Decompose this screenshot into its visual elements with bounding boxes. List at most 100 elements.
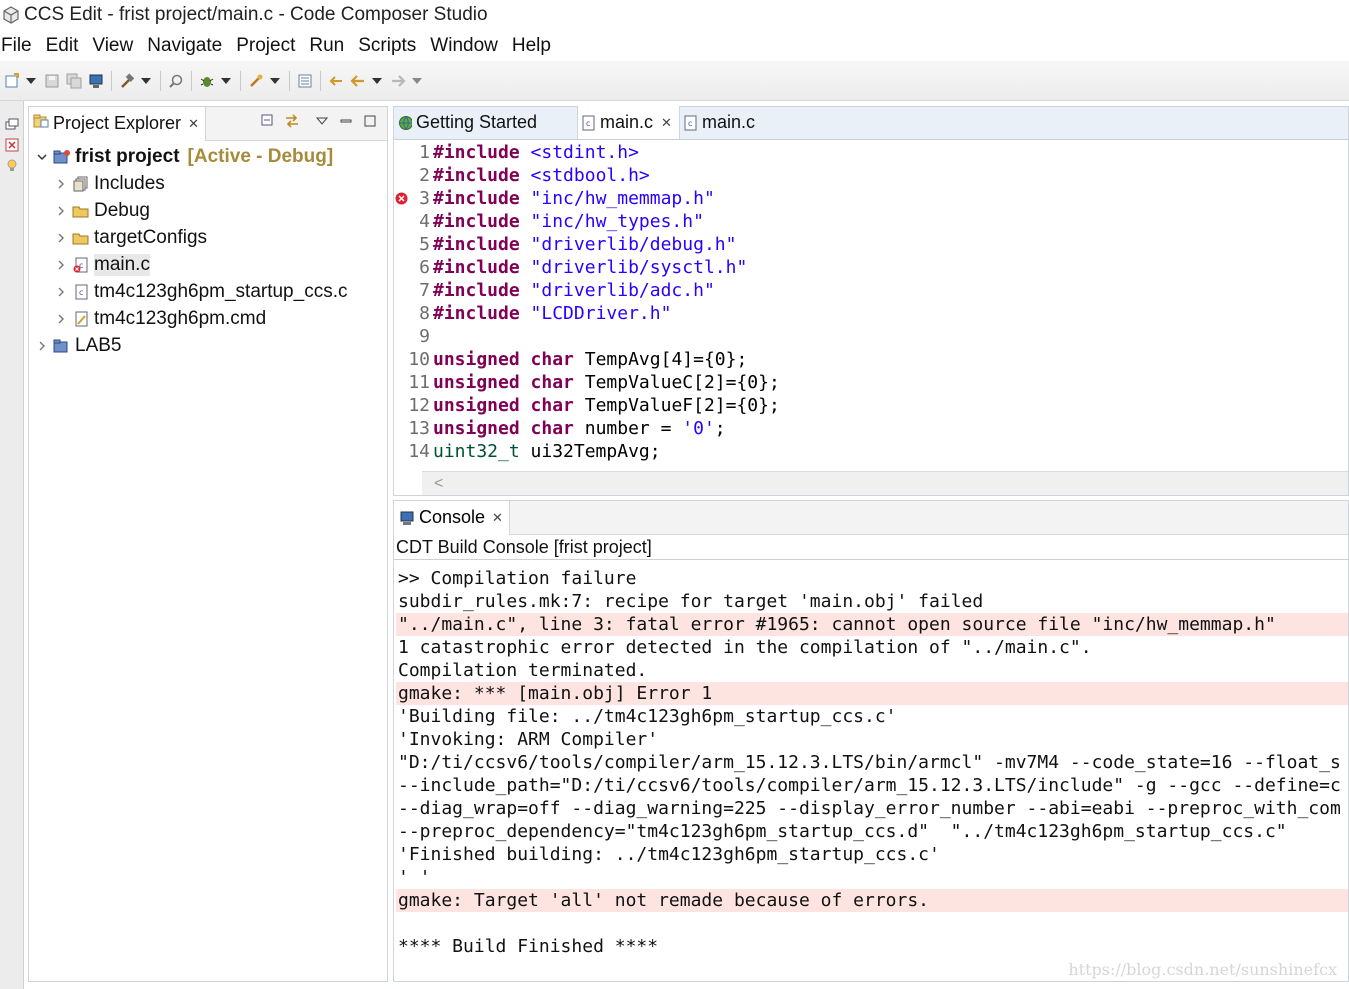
debug-bug-icon[interactable] (198, 72, 216, 90)
scroll-left-arrow[interactable]: < (434, 475, 443, 493)
close-icon[interactable]: ✕ (492, 510, 503, 526)
problems-icon[interactable] (4, 137, 20, 153)
tree-item-frist-project[interactable]: frist project [Active - Debug] (29, 143, 387, 170)
back-icon[interactable] (349, 72, 367, 90)
tab-main-c-active[interactable]: c main.c ✕ (578, 106, 680, 139)
line-number: 1 (419, 142, 430, 163)
forward-icon[interactable] (389, 72, 407, 90)
tree-item-main-c[interactable]: c main.c (29, 251, 387, 278)
editor-panel: Getting Started c main.c ✕ c main.c 1 #in… (393, 106, 1349, 496)
chevron-right-icon[interactable] (54, 204, 68, 218)
flash-dropdown-icon[interactable] (269, 72, 281, 90)
forward-dropdown-icon[interactable] (411, 72, 423, 90)
code-line[interactable]: 11 unsigned char TempValueC[2]={0}; (394, 371, 1348, 394)
menu-run[interactable]: Run (308, 35, 351, 57)
menu-scripts[interactable]: Scripts (357, 35, 423, 57)
code-line[interactable]: 10 unsigned char TempAvg[4]={0}; (394, 348, 1348, 371)
code-line[interactable]: 12 unsigned char TempValueF[2]={0}; (394, 394, 1348, 417)
line-number: 9 (419, 326, 430, 347)
code-line[interactable]: 6 #include "driverlib/sysctl.h" (394, 256, 1348, 279)
gutter-blank (394, 440, 408, 463)
menu-view[interactable]: View (91, 35, 140, 57)
menu-navigate[interactable]: Navigate (146, 35, 229, 57)
tree-item-includes[interactable]: Includes (29, 170, 387, 197)
search-icon[interactable] (167, 72, 185, 90)
tree-item-cmd-file[interactable]: tm4c123gh6pm.cmd (29, 305, 387, 332)
tree-item-lab5[interactable]: LAB5 (29, 332, 387, 359)
chevron-right-icon[interactable] (54, 177, 68, 191)
debug-dropdown-icon[interactable] (220, 72, 232, 90)
code-line[interactable]: 13 unsigned char number = '0'; (394, 417, 1348, 440)
tree-item-startup-file[interactable]: c tm4c123gh6pm_startup_ccs.c (29, 278, 387, 305)
back-dropdown-icon[interactable] (371, 72, 383, 90)
menu-file[interactable]: File (0, 35, 39, 57)
tree-item-debug[interactable]: Debug (29, 197, 387, 224)
build-dropdown-icon[interactable] (140, 72, 152, 90)
save-all-icon[interactable] (65, 72, 83, 90)
code-line[interactable]: 3 #include "inc/hw_memmap.h" (394, 187, 1348, 210)
tab-console[interactable]: Console ✕ (394, 500, 510, 535)
restore-icon[interactable] (4, 117, 20, 133)
code-keyword: #include (433, 165, 520, 186)
chevron-right-icon[interactable] (54, 285, 68, 299)
gutter-blank (394, 164, 408, 187)
horizontal-scrollbar[interactable]: < (422, 471, 1348, 495)
c-file-error-icon: c (72, 256, 90, 274)
view-menu-icon[interactable] (313, 112, 331, 130)
title-bar: CCS Edit - frist project/main.c - Code C… (0, 0, 1349, 30)
tree-label: Includes (94, 172, 165, 194)
code-line[interactable]: 2 #include <stdbool.h> (394, 164, 1348, 187)
tree-item-targetconfigs[interactable]: targetConfigs (29, 224, 387, 251)
flash-icon[interactable] (247, 72, 265, 90)
collapse-all-icon[interactable] (259, 112, 277, 130)
tab-getting-started[interactable]: Getting Started (394, 106, 578, 139)
line-number: 6 (419, 257, 430, 278)
code-keyword: char (530, 372, 574, 393)
project-icon (53, 148, 71, 166)
toolbar-separator (240, 70, 241, 91)
project-explorer-panel: Project Explorer ✕ frist project [Active… (28, 106, 388, 982)
chevron-right-icon[interactable] (54, 258, 68, 272)
code-line[interactable]: 1 #include <stdint.h> (394, 141, 1348, 164)
console-error-line: "../main.c", line 3: fatal error #1965: … (396, 613, 1348, 636)
code-line[interactable]: 5 #include "driverlib/debug.h" (394, 233, 1348, 256)
chevron-right-icon[interactable] (54, 231, 68, 245)
menu-help[interactable]: Help (511, 35, 558, 57)
code-line[interactable]: 4 #include "inc/hw_types.h" (394, 210, 1348, 233)
new-dropdown-icon[interactable] (25, 72, 37, 90)
console-title: CDT Build Console [frist project] (394, 535, 1348, 560)
code-text: TempAvg[4]={0}; (573, 349, 748, 370)
menu-edit[interactable]: Edit (45, 35, 86, 57)
minimize-icon[interactable] (337, 112, 355, 130)
menu-window[interactable]: Window (429, 35, 505, 57)
hint-bulb-icon[interactable] (4, 157, 20, 173)
link-with-editor-icon[interactable] (283, 112, 301, 130)
console-panel: Console ✕ CDT Build Console [frist proje… (393, 500, 1349, 982)
close-icon[interactable]: ✕ (188, 116, 199, 132)
code-line[interactable]: 9 (394, 325, 1348, 348)
code-line[interactable]: 7 #include "driverlib/adc.h" (394, 279, 1348, 302)
new-icon[interactable] (3, 72, 21, 90)
chevron-right-icon[interactable] (54, 312, 68, 326)
tab-main-c[interactable]: c main.c (680, 106, 770, 139)
code-text: TempValueF[2]={0}; (573, 395, 780, 416)
console-line: 'Building file: ../tm4c123gh6pm_startup_… (398, 706, 897, 727)
chevron-right-icon[interactable] (35, 339, 49, 353)
console-output[interactable]: >> Compilation failure subdir_rules.mk:7:… (396, 567, 1348, 981)
chevron-down-icon[interactable] (35, 150, 49, 164)
menu-project[interactable]: Project (235, 35, 302, 57)
debug-target-icon[interactable] (87, 72, 105, 90)
code-editor[interactable]: 1 #include <stdint.h> 2 #include <stdbool.h… (394, 141, 1348, 469)
code-line[interactable]: 8 #include "LCDDriver.h" (394, 302, 1348, 325)
last-edit-icon[interactable] (327, 72, 345, 90)
code-line[interactable]: 14 uint32_t ui32TempAvg; (394, 440, 1348, 463)
save-icon[interactable] (43, 72, 61, 90)
view-icon[interactable] (296, 72, 314, 90)
close-icon[interactable]: ✕ (661, 115, 672, 131)
tab-project-explorer[interactable]: Project Explorer ✕ (29, 106, 206, 141)
build-hammer-icon[interactable] (118, 72, 136, 90)
maximize-icon[interactable] (361, 112, 379, 130)
